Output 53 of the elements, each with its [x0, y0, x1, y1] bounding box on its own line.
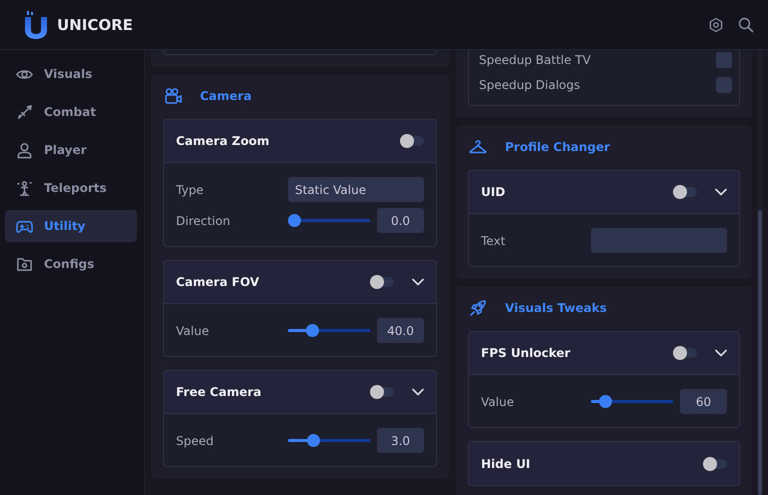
- sidebar-item[interactable]: Utility: [5, 210, 137, 242]
- chevron-down-icon[interactable]: [715, 188, 727, 196]
- section-title: Visuals Tweaks: [505, 301, 607, 315]
- field-label: Text: [481, 234, 506, 248]
- figure-icon: [16, 180, 33, 196]
- field-label: Type: [176, 182, 205, 196]
- sidebar-item[interactable]: Combat: [5, 96, 137, 128]
- field-label: Speedup Battle TV: [479, 52, 592, 66]
- sidebar-item[interactable]: Configs: [5, 248, 137, 280]
- person-icon: [16, 142, 33, 158]
- rocket-icon: [469, 299, 487, 317]
- chevron-down-icon[interactable]: [412, 278, 424, 286]
- value-field[interactable]: 0.0: [377, 208, 424, 233]
- field-label: Direction: [176, 214, 232, 228]
- text-field[interactable]: [591, 228, 727, 253]
- scrollbar[interactable]: [757, 50, 763, 495]
- toggle-switch[interactable]: [372, 277, 394, 287]
- toggle-switch[interactable]: [705, 458, 727, 468]
- sidebar-item[interactable]: Player: [5, 134, 137, 166]
- sidebar-item[interactable]: Visuals: [5, 58, 137, 90]
- toggle-switch[interactable]: [402, 136, 424, 146]
- section-title: Profile Changer: [505, 140, 610, 154]
- feature-title: Free Camera: [176, 385, 262, 399]
- value-field[interactable]: 40.0: [377, 318, 424, 343]
- feature-title: UID: [481, 185, 506, 199]
- field-label: Speedup Dialogs: [479, 78, 582, 92]
- feature-title: Hide UI: [481, 456, 532, 470]
- dropdown[interactable]: Static Value: [288, 177, 424, 202]
- section-title: Camera: [200, 89, 252, 103]
- field-label: Speed: [176, 434, 215, 448]
- chevron-down-icon[interactable]: [715, 349, 727, 357]
- logo-icon: [25, 10, 47, 38]
- search-icon[interactable]: [738, 16, 754, 32]
- settings-icon[interactable]: [708, 16, 724, 32]
- scrollbar-thumb[interactable]: [758, 210, 762, 495]
- value-field[interactable]: 60: [680, 389, 727, 414]
- toggle-switch[interactable]: [372, 387, 394, 397]
- value-field[interactable]: 3.0: [377, 428, 424, 453]
- chevron-down-icon[interactable]: [412, 388, 424, 396]
- toggle-switch[interactable]: [675, 348, 697, 358]
- feature-title: Camera FOV: [176, 275, 260, 289]
- feature-title: Camera Zoom: [176, 134, 270, 148]
- sidebar-item[interactable]: Teleports: [5, 172, 137, 204]
- field-label: Value: [176, 324, 210, 338]
- field-label: Value: [481, 394, 515, 408]
- checkbox[interactable]: [716, 52, 732, 68]
- checkbox[interactable]: [716, 76, 732, 92]
- folder-icon: [16, 256, 33, 272]
- hanger-icon: [469, 138, 487, 156]
- camera-icon: [164, 87, 182, 105]
- app-title: UNICORE: [57, 16, 134, 34]
- feature-title: FPS Unlocker: [481, 346, 572, 360]
- toggle-switch[interactable]: [675, 187, 697, 197]
